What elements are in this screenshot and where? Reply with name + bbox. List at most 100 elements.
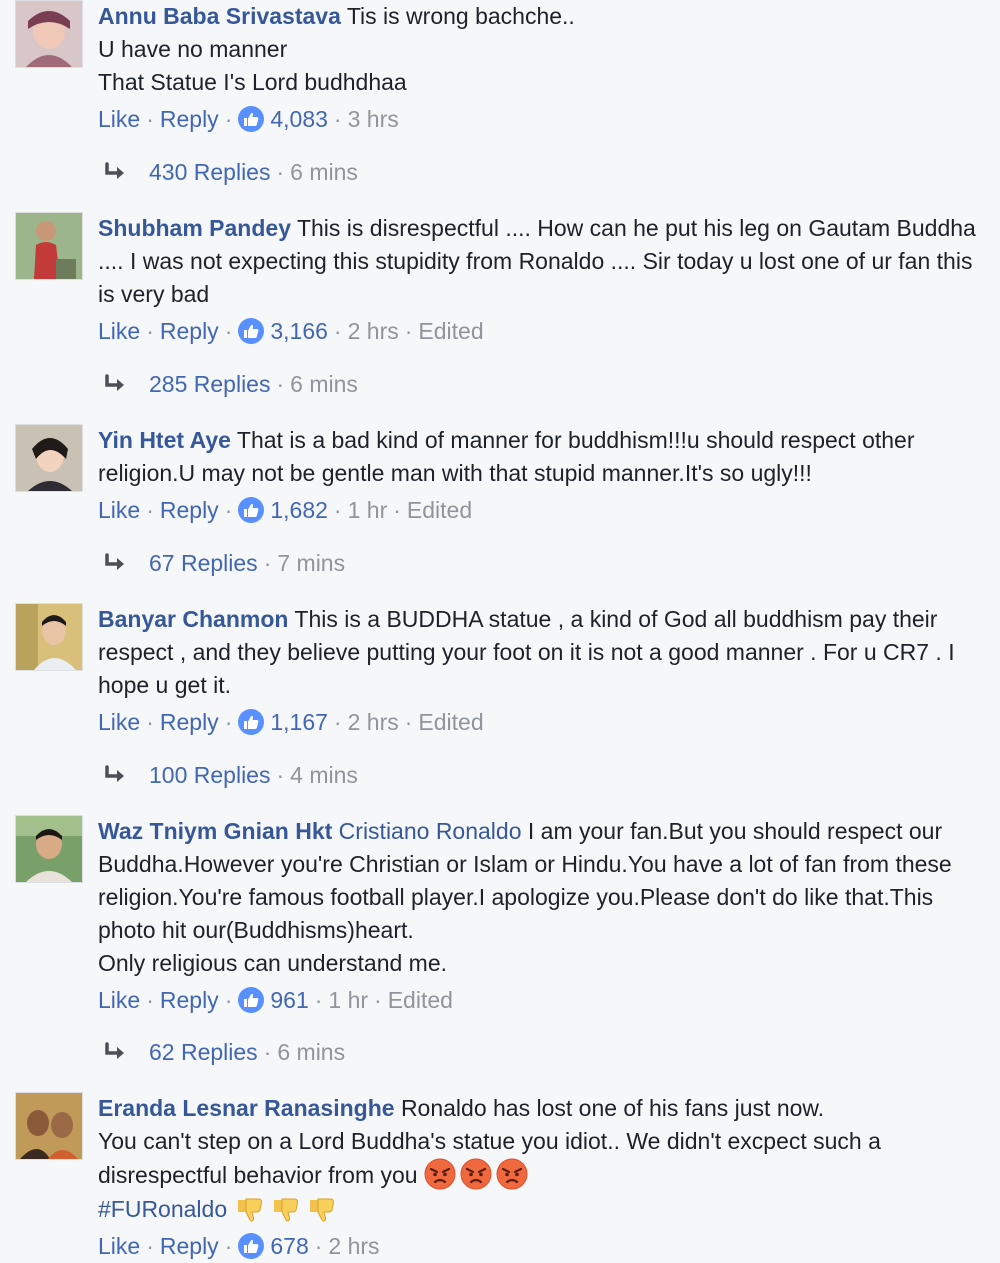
avatar[interactable] — [15, 424, 83, 492]
comment-body: Shubham Pandey This is disrespectful ...… — [98, 212, 978, 346]
reply-count[interactable]: 100 Replies — [149, 760, 270, 790]
reply-arrow-icon — [103, 552, 129, 574]
comment-author[interactable]: Eranda Lesnar Ranasinghe — [98, 1095, 395, 1121]
edited-label[interactable]: Edited — [418, 707, 483, 737]
comment-time[interactable]: 2 hrs — [348, 707, 399, 737]
mention-link[interactable]: Cristiano Ronaldo — [339, 818, 522, 844]
thumbs-up-icon — [238, 1233, 265, 1259]
reply-link[interactable]: Reply — [160, 495, 219, 525]
angry-emoji-group — [424, 1162, 532, 1188]
comment-author[interactable]: Waz Tniym Gnian Hkt — [98, 818, 332, 844]
edited-label[interactable]: Edited — [418, 316, 483, 346]
separator: · — [146, 318, 154, 344]
comment-author[interactable]: Shubham Pandey — [98, 215, 291, 241]
avatar[interactable] — [15, 1092, 83, 1160]
comment-actions: Like · Reply · 4,083 · 3 hrs — [98, 104, 978, 134]
separator: · — [146, 1233, 154, 1259]
reply-link[interactable]: Reply — [160, 1231, 219, 1261]
thumbs-down-emoji — [234, 1192, 266, 1224]
like-count[interactable]: 1,682 — [270, 495, 328, 525]
thumbs-up-icon — [238, 318, 265, 344]
view-replies-link[interactable]: 67 Replies · 7 mins — [103, 548, 345, 578]
separator: · — [224, 497, 233, 523]
angry-face-emoji — [496, 1158, 528, 1190]
comment-time[interactable]: 2 hrs — [328, 1231, 379, 1261]
hashtag-link[interactable]: #FURonaldo — [98, 1196, 227, 1222]
reply-link[interactable]: Reply — [160, 316, 219, 346]
hashtag-line: #FURonaldo — [98, 1192, 978, 1226]
like-count[interactable]: 961 — [270, 985, 308, 1015]
comment-time[interactable]: 1 hr — [348, 495, 388, 525]
view-replies-link[interactable]: 100 Replies · 4 mins — [103, 760, 358, 790]
view-replies-link[interactable]: 430 Replies · 6 mins — [103, 157, 358, 187]
comment-time[interactable]: 1 hr — [328, 985, 368, 1015]
avatar-image — [16, 425, 82, 491]
angry-face-emoji — [424, 1158, 456, 1190]
comment-actions: Like · Reply · 1,682 · 1 hr · Edited — [98, 495, 978, 525]
comment-body: Banyar Chanmon This is a BUDDHA statue ,… — [98, 603, 978, 737]
separator: · — [146, 106, 154, 132]
reply-arrow-icon — [103, 1041, 129, 1063]
like-count[interactable]: 3,166 — [270, 316, 328, 346]
comment-body: Waz Tniym Gnian Hkt Cristiano Ronaldo I … — [98, 815, 978, 1015]
separator: · — [404, 709, 413, 735]
comment-body: Yin Htet Aye That is a bad kind of manne… — [98, 424, 978, 525]
thumbs-up-icon — [238, 709, 265, 735]
comment-author[interactable]: Yin Htet Aye — [98, 427, 231, 453]
avatar[interactable] — [15, 603, 83, 671]
avatar-image — [16, 1, 82, 67]
separator: · — [263, 1039, 272, 1065]
separator: · — [276, 762, 285, 788]
like-link[interactable]: Like — [98, 316, 140, 346]
reply-link[interactable]: Reply — [160, 104, 219, 134]
separator: · — [224, 1233, 233, 1259]
comment-author[interactable]: Annu Baba Srivastava — [98, 3, 341, 29]
reply-count[interactable]: 430 Replies — [149, 157, 270, 187]
reply-count[interactable]: 285 Replies — [149, 369, 270, 399]
avatar-image — [16, 604, 82, 670]
comment-body: Annu Baba Srivastava Tis is wrong bachch… — [98, 0, 978, 134]
avatar-image — [16, 213, 82, 279]
separator: · — [276, 371, 285, 397]
avatar-image — [16, 1093, 82, 1159]
like-link[interactable]: Like — [98, 707, 140, 737]
reply-count[interactable]: 62 Replies — [149, 1037, 258, 1067]
like-count[interactable]: 4,083 — [270, 104, 328, 134]
like-link[interactable]: Like — [98, 104, 140, 134]
separator: · — [146, 987, 154, 1013]
separator: · — [333, 318, 342, 344]
separator: · — [263, 550, 272, 576]
comment-actions: Like · Reply · 678 · 2 hrs — [98, 1231, 978, 1261]
edited-label[interactable]: Edited — [407, 495, 472, 525]
edited-label[interactable]: Edited — [388, 985, 453, 1015]
separator: · — [333, 497, 342, 523]
reply-count[interactable]: 67 Replies — [149, 548, 258, 578]
reply-time: 7 mins — [277, 550, 346, 576]
like-link[interactable]: Like — [98, 985, 140, 1015]
reply-link[interactable]: Reply — [160, 707, 219, 737]
thumbs-down-emoji — [306, 1192, 338, 1224]
comment-time[interactable]: 2 hrs — [348, 316, 399, 346]
reply-time: 6 mins — [277, 1039, 346, 1065]
reply-time: 6 mins — [290, 371, 358, 397]
thumbs-up-icon — [238, 497, 265, 523]
avatar[interactable] — [15, 0, 83, 68]
reply-link[interactable]: Reply — [160, 985, 219, 1015]
view-replies-link[interactable]: 62 Replies · 6 mins — [103, 1037, 345, 1067]
like-link[interactable]: Like — [98, 495, 140, 525]
reply-arrow-icon — [103, 161, 129, 183]
comment-author[interactable]: Banyar Chanmon — [98, 606, 288, 632]
angry-face-emoji — [460, 1158, 492, 1190]
like-count[interactable]: 1,167 — [270, 707, 328, 737]
separator: · — [374, 987, 382, 1013]
comment-actions: Like · Reply · 3,166 · 2 hrs · Edited — [98, 316, 978, 346]
comment-time[interactable]: 3 hrs — [348, 104, 399, 134]
comment-actions: Like · Reply · 961 · 1 hr · Edited — [98, 985, 978, 1015]
avatar[interactable] — [15, 815, 83, 883]
like-count[interactable]: 678 — [270, 1231, 308, 1261]
separator: · — [333, 709, 342, 735]
like-link[interactable]: Like — [98, 1231, 140, 1261]
view-replies-link[interactable]: 285 Replies · 6 mins — [103, 369, 358, 399]
avatar[interactable] — [15, 212, 83, 280]
reply-time: 6 mins — [290, 159, 358, 185]
